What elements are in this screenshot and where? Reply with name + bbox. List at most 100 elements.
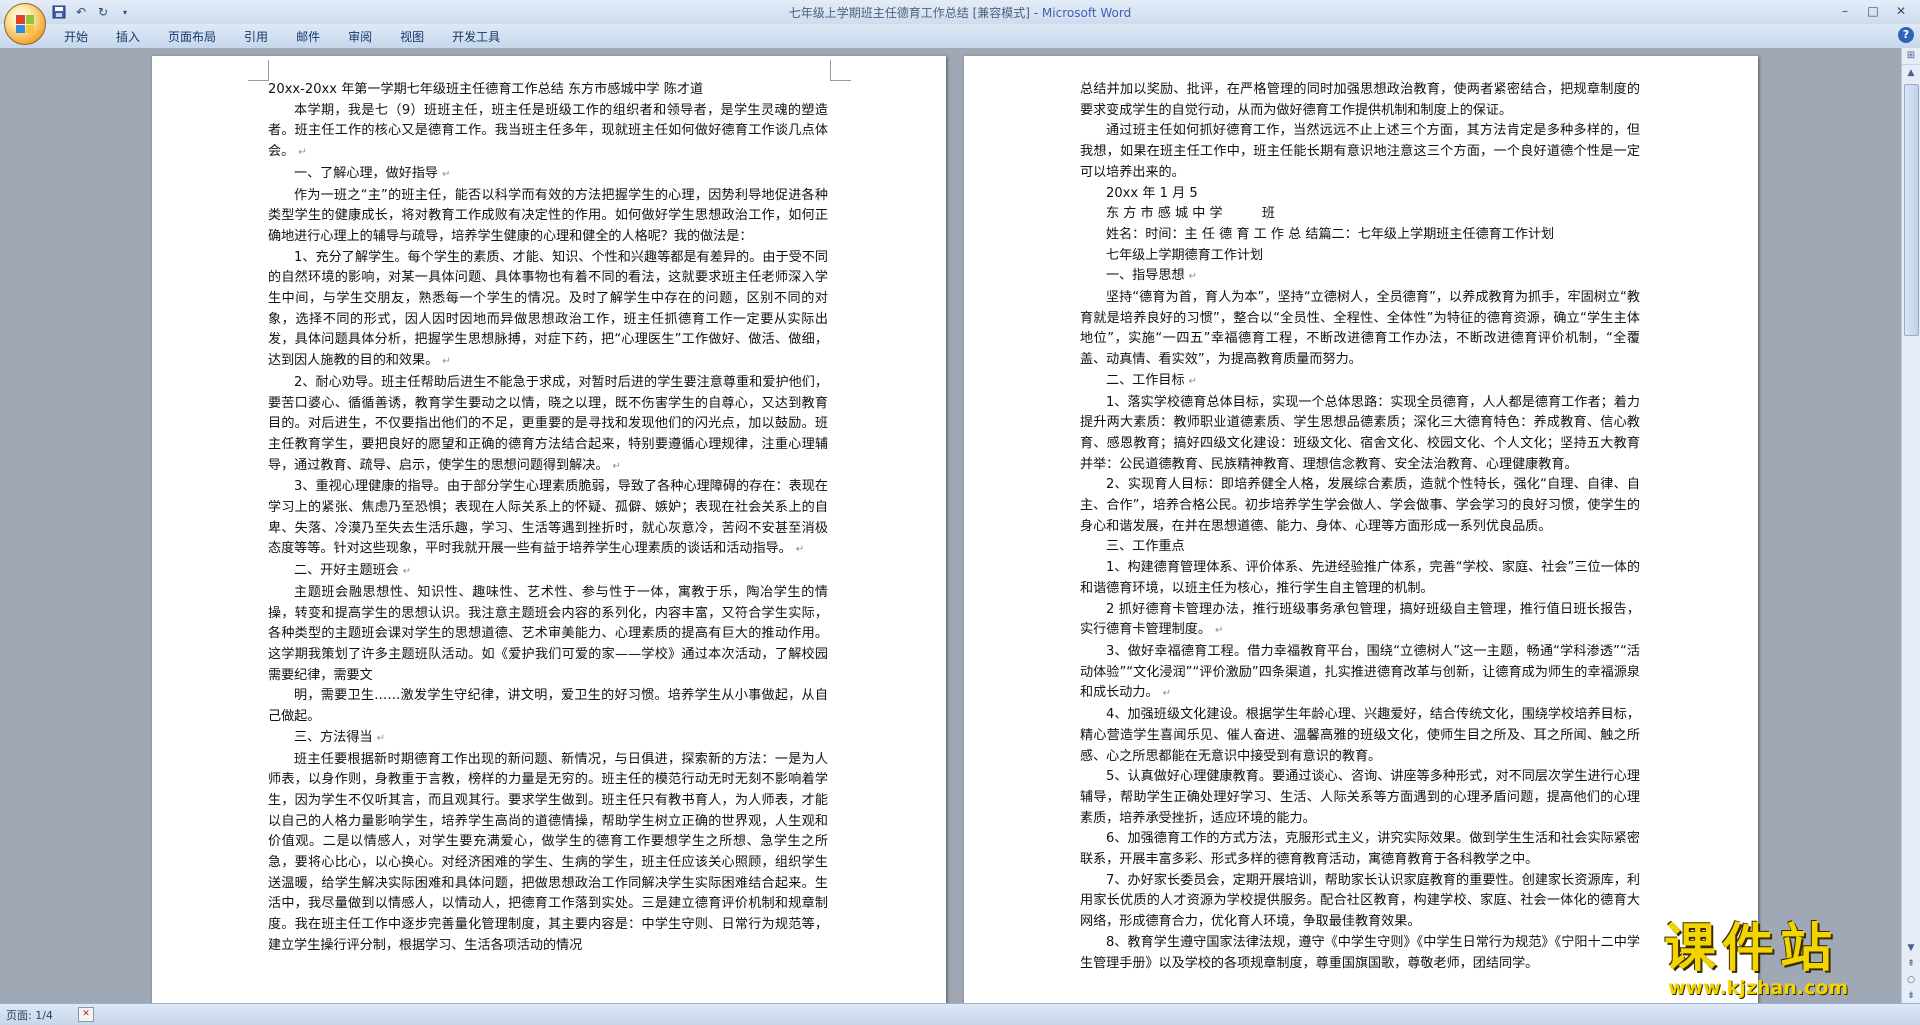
- paragraph[interactable]: 三、工作重点: [1080, 537, 1640, 558]
- title-bar: ↶ ↻ ▾ 七年级上学期班主任德育工作总结 [兼容模式] - Microsoft…: [0, 0, 1920, 25]
- document-workspace: 20xx-20xx 年第一学期七年级班主任德育工作总结 东方市感城中学 陈才道本…: [0, 48, 1902, 1004]
- paragraph-mark-icon: ↵: [402, 566, 412, 578]
- tab-developer[interactable]: 开发工具: [438, 28, 514, 46]
- paragraph[interactable]: 5、认真做好心理健康教育。要通过谈心、咨询、讲座等多种形式，对不同层次学生进行心…: [1080, 767, 1640, 829]
- paragraph[interactable]: 1、构建德育管理体系、评价体系、先进经验推广体系，完善“学校、家庭、社会”三位一…: [1080, 558, 1640, 599]
- watermark-text: 课件站: [1664, 919, 1839, 979]
- next-page-icon[interactable]: ⇟: [1902, 988, 1920, 1004]
- paragraph-text: 总结并加以奖励、批评，在严格管理的同时加强思想政治教育，使两者紧密结合，把规章制…: [1080, 82, 1640, 118]
- paragraph[interactable]: 4、加强班级文化建设。根据学生年龄心理、兴趣爱好，结合传统文化，围绕学校培养目标…: [1080, 705, 1640, 767]
- app-name: Microsoft Word: [1041, 6, 1132, 20]
- paragraph[interactable]: 三、方法得当 ↵: [268, 728, 828, 750]
- paragraph-text: 1、充分了解学生。每个学生的素质、才能、知识、个性和兴趣等都是有差异的。由于受不…: [268, 249, 828, 369]
- paragraph[interactable]: 班主任要根据新时期德育工作出现的新问题、新情况，与日俱进，探索新的方法：一是为人…: [268, 750, 828, 957]
- paragraph-text: 3、重视心理健康的指导。由于部分学生心理素质脆弱，导致了各种心理障碍的存在：表现…: [268, 479, 828, 557]
- paragraph-text: 1、构建德育管理体系、评价体系、先进经验推广体系，完善“学校、家庭、社会”三位一…: [1080, 560, 1640, 596]
- paragraph-text: 5、认真做好心理健康教育。要通过谈心、咨询、讲座等多种形式，对不同层次学生进行心…: [1080, 769, 1640, 826]
- paragraph[interactable]: 作为一班之“主”的班主任，能否以科学而有效的方法把握学生的心理，因势利导地促进各…: [268, 186, 828, 248]
- paragraph-mark-icon: ↵: [795, 544, 805, 556]
- paragraph-text: 一、指导思想: [1106, 268, 1185, 284]
- page-body[interactable]: 总结并加以奖励、批评，在严格管理的同时加强思想政治教育，使两者紧密结合，把规章制…: [1080, 80, 1640, 974]
- paragraph-mark-icon: ↵: [1214, 625, 1224, 637]
- paragraph-text: 4、加强班级文化建设。根据学生年龄心理、兴趣爱好，结合传统文化，围绕学校培养目标…: [1080, 707, 1640, 764]
- paragraph[interactable]: 主题班会融思想性、知识性、趣味性、艺术性、参与性于一体，寓教于乐，陶冶学生的情操…: [268, 583, 828, 687]
- tab-insert[interactable]: 插入: [102, 28, 154, 46]
- page-body[interactable]: 20xx-20xx 年第一学期七年级班主任德育工作总结 东方市感城中学 陈才道本…: [268, 80, 828, 957]
- close-button[interactable]: ✕: [1888, 2, 1914, 20]
- vertical-scrollbar[interactable]: ⊞ ▲ ▼ ⇞ ○ ⇟: [1901, 48, 1920, 1004]
- paragraph[interactable]: 20xx 年 1 月 5: [1080, 184, 1640, 205]
- paragraph[interactable]: 明，需要卫生……激发学生守纪律，讲文明，爱卫生的好习惯。培养学生从小事做起，从自…: [268, 686, 828, 727]
- scroll-up-icon[interactable]: ▲: [1902, 65, 1920, 81]
- paragraph[interactable]: 二、开好主题班会 ↵: [268, 561, 828, 583]
- paragraph-text: 姓名：时间：主 任 德 育 工 作 总 结篇二：七年级上学期班主任德育工作计划: [1106, 226, 1555, 242]
- paragraph-text: 通过班主任如何抓好德育工作，当然远远不止上述三个方面，其方法肯定是多种多样的，但…: [1080, 123, 1640, 180]
- tab-review[interactable]: 审阅: [334, 28, 386, 46]
- scroll-thumb[interactable]: [1904, 84, 1919, 336]
- office-logo-icon: [16, 15, 34, 33]
- ribbon-tabs: 开始 插入 页面布局 引用 邮件 审阅 视图 开发工具: [50, 28, 514, 46]
- paragraph-text: 三、方法得当: [294, 729, 373, 745]
- paragraph-text: 东 方 市 感 城 中 学 班: [1106, 206, 1276, 222]
- paragraph[interactable]: 1、落实学校德育总体目标，实现一个总体思路：实现全员德育，人人都是德育工作者；着…: [1080, 393, 1640, 476]
- paragraph-text: 20xx 年 1 月 5: [1106, 185, 1198, 201]
- paragraph[interactable]: 一、了解心理，做好指导 ↵: [268, 164, 828, 186]
- scroll-bottom-controls: ▼ ⇞ ○ ⇟: [1902, 940, 1920, 1004]
- paragraph[interactable]: 20xx-20xx 年第一学期七年级班主任德育工作总结 东方市感城中学 陈才道: [268, 80, 828, 101]
- paragraph[interactable]: 2、耐心劝导。班主任帮助后进生不能急于求成，对暂时后进的学生要注意尊重和爱护他们…: [268, 373, 828, 478]
- paragraph-text: 2、实现育人目标：即培养健全人格，发展综合素质，造就个性特长，强化“自理、自律、…: [1080, 477, 1640, 534]
- paragraph-text: 一、了解心理，做好指导: [294, 165, 439, 181]
- office-button[interactable]: [4, 3, 46, 45]
- tab-page-layout[interactable]: 页面布局: [154, 28, 230, 46]
- paragraph[interactable]: 一、指导思想 ↵: [1080, 266, 1640, 288]
- scroll-down-icon[interactable]: ▼: [1902, 940, 1920, 956]
- maximize-button[interactable]: □: [1860, 2, 1886, 20]
- paragraph[interactable]: 坚持“德育为首，育人为本”，坚持“立德树人，全员德育”，以养成教育为抓手，牢固树…: [1080, 288, 1640, 371]
- tab-view[interactable]: 视图: [386, 28, 438, 46]
- document-page-2[interactable]: 总结并加以奖励、批评，在严格管理的同时加强思想政治教育，使两者紧密结合，把规章制…: [964, 56, 1758, 1004]
- paragraph[interactable]: 姓名：时间：主 任 德 育 工 作 总 结篇二：七年级上学期班主任德育工作计划: [1080, 225, 1640, 246]
- paragraph-mark-icon: ↵: [1162, 688, 1171, 700]
- paragraph-text: 2 抓好德育卡管理办法，推行班级事务承包管理，搞好班级自主管理，推行值日班长报告…: [1080, 601, 1640, 638]
- paragraph[interactable]: 本学期，我是七（9）班班主任，班主任是班级工作的组织者和领导者，是学生灵魂的塑造…: [268, 101, 828, 164]
- paragraph-text: 7、办好家长委员会，定期开展培训，帮助家长认识家庭教育的重要性。创建家长资源库，…: [1080, 872, 1640, 930]
- paragraph[interactable]: 二、工作目标 ↵: [1080, 371, 1640, 393]
- ribbon-tab-bar: 开始 插入 页面布局 引用 邮件 审阅 视图 开发工具 ?: [0, 24, 1920, 49]
- paragraph-text: 明，需要卫生……激发学生守纪律，讲文明，爱卫生的好习惯。培养学生从小事做起，从自…: [268, 688, 828, 725]
- paragraph-text: 20xx-20xx 年第一学期七年级班主任德育工作总结 东方市感城中学 陈才道: [268, 82, 704, 97]
- window-title: 七年级上学期班主任德育工作总结 [兼容模式] - Microsoft Word: [0, 4, 1920, 21]
- paragraph[interactable]: 7、办好家长委员会，定期开展培训，帮助家长认识家庭教育的重要性。创建家长资源库，…: [1080, 871, 1640, 933]
- paragraph-text: 作为一班之“主”的班主任，能否以科学而有效的方法把握学生的心理，因势利导地促进各…: [268, 187, 828, 244]
- paragraph-text: 三、工作重点: [1106, 539, 1185, 555]
- minimize-button[interactable]: –: [1832, 2, 1858, 20]
- spelling-check-icon[interactable]: ✕: [78, 1007, 94, 1022]
- paragraph[interactable]: 6、加强德育工作的方式方法，克服形式主义，讲究实际效果。做到学生生活和社会实际紧…: [1080, 829, 1640, 870]
- document-page-1[interactable]: 20xx-20xx 年第一学期七年级班主任德育工作总结 东方市感城中学 陈才道本…: [152, 56, 946, 1004]
- status-bar: 页面: 1/4 ✕: [0, 1003, 1920, 1025]
- watermark-url: www.kjzhan.com: [1668, 977, 1849, 999]
- browse-object-icon[interactable]: ○: [1902, 972, 1920, 988]
- paragraph[interactable]: 3、重视心理健康的指导。由于部分学生心理素质脆弱，导致了各种心理障碍的存在：表现…: [268, 477, 828, 561]
- tab-mailings[interactable]: 邮件: [282, 28, 334, 46]
- previous-page-icon[interactable]: ⇞: [1902, 956, 1920, 972]
- tab-home[interactable]: 开始: [50, 28, 102, 46]
- paragraph[interactable]: 东 方 市 感 城 中 学 班: [1080, 204, 1640, 225]
- paragraph[interactable]: 8、教育学生遵守国家法律法规，遵守《中学生守则》《中学生日常行为规范》《宁阳十二…: [1080, 933, 1640, 974]
- paragraph[interactable]: 3、做好幸福德育工程。借力幸福教育平台，围绕“立德树人”这一主题，畅通“学科渗透…: [1080, 642, 1640, 705]
- paragraph[interactable]: 七年级上学期德育工作计划: [1080, 246, 1640, 267]
- paragraph[interactable]: 2、实现育人目标：即培养健全人格，发展综合素质，造就个性特长，强化“自理、自律、…: [1080, 475, 1640, 537]
- paragraph[interactable]: 通过班主任如何抓好德育工作，当然远远不止上述三个方面，其方法肯定是多种多样的，但…: [1080, 121, 1640, 183]
- paragraph-text: 主题班会融思想性、知识性、趣味性、艺术性、参与性于一体，寓教于乐，陶冶学生的情操…: [268, 584, 828, 683]
- paragraph[interactable]: 2 抓好德育卡管理办法，推行班级事务承包管理，搞好班级自主管理，推行值日班长报告…: [1080, 600, 1640, 642]
- tab-references[interactable]: 引用: [230, 28, 282, 46]
- paragraph-text: 1、落实学校德育总体目标，实现一个总体思路：实现全员德育，人人都是德育工作者；着…: [1080, 394, 1640, 472]
- paragraph-text: 8、教育学生遵守国家法律法规，遵守《中学生守则》《中学生日常行为规范》《宁阳十二…: [1080, 934, 1640, 971]
- paragraph-mark-icon: ↵: [1188, 271, 1197, 283]
- help-icon[interactable]: ?: [1898, 27, 1914, 43]
- paragraph[interactable]: 1、充分了解学生。每个学生的素质、才能、知识、个性和兴趣等都是有差异的。由于受不…: [268, 248, 828, 373]
- paragraph[interactable]: 总结并加以奖励、批评，在严格管理的同时加强思想政治教育，使两者紧密结合，把规章制…: [1080, 80, 1640, 121]
- page-count[interactable]: 页面: 1/4: [6, 1007, 53, 1023]
- document-title: 七年级上学期班主任德育工作总结 [兼容模式] -: [788, 6, 1042, 20]
- paragraph-text: 本学期，我是七（9）班班主任，班主任是班级工作的组织者和领导者，是学生灵魂的塑造…: [268, 102, 828, 160]
- ruler-toggle-icon[interactable]: ⊞: [1902, 48, 1920, 65]
